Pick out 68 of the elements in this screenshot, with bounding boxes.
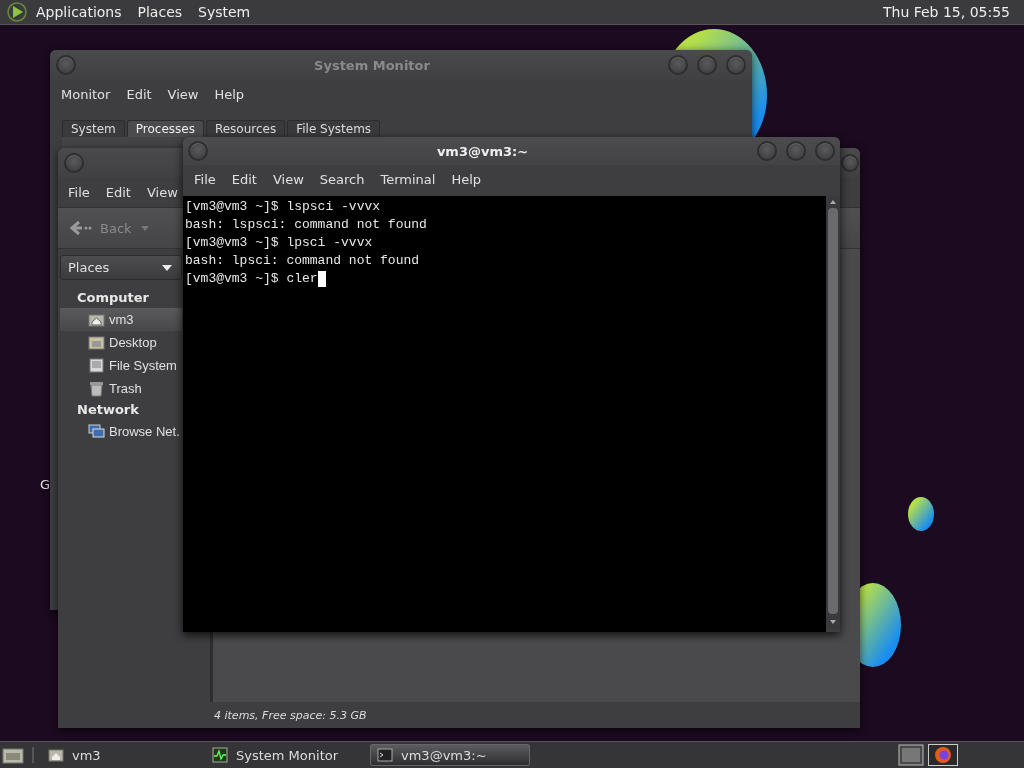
tab[interactable]: Resources [205, 120, 286, 137]
desktop-icon-label[interactable]: G [40, 477, 51, 492]
close-button[interactable] [841, 154, 859, 172]
close-button[interactable] [815, 141, 835, 161]
window-menu-button[interactable] [56, 55, 76, 75]
maximize-button[interactable] [697, 55, 717, 75]
minimize-button[interactable] [668, 55, 688, 75]
terminal-icon [377, 747, 393, 763]
sidebar-heading: Computer [76, 289, 151, 307]
home-folder-icon [88, 311, 105, 328]
panel-menu[interactable]: Applications [28, 4, 130, 20]
menu-item[interactable]: File [60, 182, 98, 203]
sidebar-item[interactable]: File System [60, 354, 182, 377]
panel-menu[interactable]: Places [129, 4, 191, 20]
window-title: System Monitor [313, 57, 431, 73]
window-title: vm3@vm3:~ [435, 143, 530, 159]
menu-item[interactable]: Help [443, 169, 490, 190]
sidebar-item[interactable]: Browse Net. [60, 420, 182, 443]
terminal-line: [vm3@vm3 ~]$ lpsci -vvvx [185, 234, 373, 252]
firefox-icon[interactable] [928, 744, 958, 766]
menu-item[interactable]: Edit [223, 169, 265, 190]
taskbar-button[interactable]: vm3 [42, 744, 202, 766]
scrollbar[interactable] [826, 196, 840, 629]
menu-item[interactable]: View [159, 84, 207, 105]
menu-item[interactable]: Search [311, 169, 373, 190]
terminal-line: bash: lspsci: command not found [185, 216, 427, 234]
sidebar-item[interactable]: vm3 [60, 308, 182, 331]
menu-item[interactable]: Help [206, 84, 253, 105]
workspace-switcher-icon[interactable] [898, 744, 924, 766]
home-folder-icon [48, 747, 64, 763]
close-button[interactable] [726, 55, 746, 75]
tab[interactable]: File Systems [287, 120, 381, 137]
back-arrow-icon [70, 220, 92, 236]
show-desktop-icon[interactable] [2, 745, 24, 765]
places-dropdown[interactable]: Places [60, 255, 182, 280]
minimize-button[interactable] [757, 141, 777, 161]
status-text: 4 items, Free space: 5.3 GB [58, 702, 860, 728]
network-icon [88, 423, 105, 440]
tab[interactable]: System [62, 120, 125, 137]
folder-icon [88, 334, 105, 351]
menu-item[interactable]: Terminal [372, 169, 444, 190]
taskbar-button[interactable]: vm3@vm3:~ [370, 744, 530, 766]
caret-icon [139, 224, 150, 232]
taskbar-button[interactable]: System Monitor [206, 744, 366, 766]
window-menu-button[interactable] [64, 153, 84, 173]
tab[interactable]: Processes [126, 120, 204, 137]
app-menu-icon[interactable] [6, 1, 28, 23]
sidebar-heading: Network [76, 401, 140, 419]
trash-icon [88, 380, 105, 397]
clock[interactable]: Thu Feb 15, 05:55 [874, 4, 1018, 20]
sidebar-item[interactable]: Trash [60, 377, 182, 400]
terminal-line: [vm3@vm3 ~]$ lspsci -vvvx [185, 198, 381, 216]
terminal-line: bash: lpsci: command not found [185, 252, 420, 270]
panel-menu[interactable]: System [190, 4, 259, 20]
maximize-button[interactable] [786, 141, 806, 161]
menu-item[interactable]: File [186, 169, 224, 190]
sidebar-item[interactable]: Desktop [60, 331, 182, 354]
menu-item[interactable]: View [264, 169, 312, 190]
menu-item[interactable]: View [138, 182, 186, 203]
menu-item[interactable]: Edit [97, 182, 139, 203]
text-cursor [317, 271, 326, 287]
caret-icon [161, 263, 173, 272]
monitor-graph-icon [212, 747, 228, 763]
terminal-line: [vm3@vm3 ~]$ cler [185, 270, 318, 288]
drive-icon [88, 357, 105, 374]
menu-item[interactable]: Edit [118, 84, 160, 105]
window-menu-button[interactable] [188, 141, 208, 161]
menu-item[interactable]: Monitor [53, 84, 119, 105]
